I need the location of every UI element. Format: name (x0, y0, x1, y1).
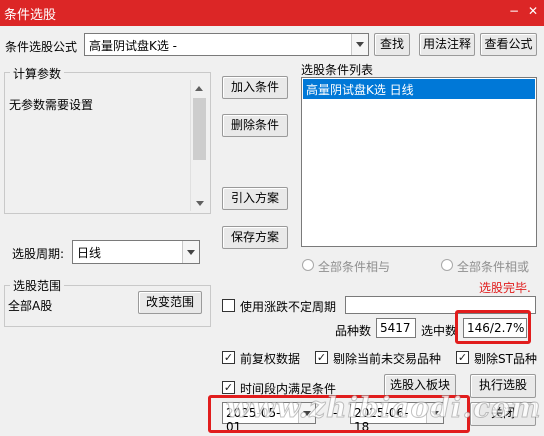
formula-value: 高量阴试盘K选 - (89, 39, 178, 53)
chevron-down-icon[interactable] (351, 34, 368, 55)
exclude-st-label: 剔除ST品种 (474, 352, 537, 366)
formula-label: 条件选股公式 (5, 40, 78, 54)
scroll-down-icon[interactable] (191, 195, 208, 211)
close-window-button[interactable]: ✕ (525, 3, 541, 19)
params-message: 无参数需要设置 (9, 98, 94, 112)
minimize-button[interactable]: − (506, 3, 522, 19)
exclude-untraded-checkbox[interactable]: ✓ (315, 351, 328, 364)
selected-count-label: 选中数 (421, 324, 458, 338)
add-condition-button[interactable]: 加入条件 (222, 76, 288, 99)
period-label: 选股周期: (12, 247, 65, 261)
conditions-list[interactable]: 高量阴试盘K选 日线 (301, 77, 537, 247)
formula-select[interactable]: 高量阴试盘K选 - (84, 33, 369, 56)
scroll-up-icon[interactable] (191, 80, 207, 96)
usage-notes-button[interactable]: 用法注释 (419, 33, 475, 56)
params-legend: 计算参数 (10, 65, 65, 82)
exclude-st-checkbox[interactable]: ✓ (456, 351, 469, 364)
view-formula-button[interactable]: 查看公式 (480, 33, 537, 56)
scope-legend: 选股范围 (10, 277, 65, 294)
change-scope-button[interactable]: 改变范围 (138, 291, 202, 314)
find-button[interactable]: 查找 (374, 33, 410, 56)
save-plan-button[interactable]: 保存方案 (222, 226, 288, 249)
forward-adjust-label: 前复权数据 (240, 352, 301, 366)
exclude-untraded-label: 剔除当前未交易品种 (333, 352, 442, 366)
total-count-label: 品种数 (335, 324, 372, 338)
scope-value: 全部A股 (8, 299, 53, 313)
params-scrollbar[interactable] (190, 80, 207, 211)
status-text: 选股完毕. (479, 281, 531, 295)
all-and-label: 全部条件相与 (318, 260, 391, 274)
chevron-down-icon[interactable] (182, 241, 199, 263)
condition-item[interactable]: 高量阴试盘K选 日线 (303, 79, 535, 99)
import-plan-button[interactable]: 引入方案 (222, 187, 288, 210)
scroll-thumb[interactable] (192, 98, 206, 160)
watermark: www.zhibiaodi.com (225, 391, 542, 425)
variable-period-checkbox[interactable] (222, 299, 235, 312)
window-title: 条件选股 (4, 8, 57, 23)
forward-adjust-checkbox[interactable]: ✓ (222, 351, 235, 364)
conditions-legend: 选股条件列表 (301, 63, 374, 77)
all-or-label: 全部条件相或 (457, 260, 530, 274)
period-select[interactable]: 日线 (72, 240, 200, 264)
selected-count-highlight (455, 310, 531, 344)
variable-period-label: 使用涨跌不定周期 (240, 300, 337, 314)
period-value: 日线 (77, 246, 102, 260)
total-count-value: 5417 (376, 318, 416, 338)
all-or-radio[interactable] (441, 259, 453, 271)
all-and-radio[interactable] (302, 259, 314, 271)
title-bar: 条件选股 − ✕ (0, 0, 544, 26)
delete-condition-button[interactable]: 删除条件 (222, 114, 288, 137)
params-group (4, 72, 211, 214)
